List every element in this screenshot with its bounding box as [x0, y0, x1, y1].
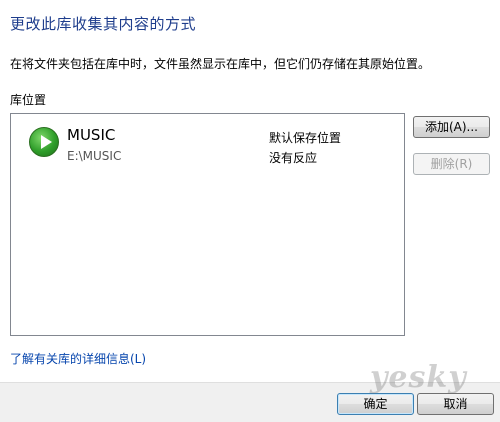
dialog-title: 更改此库收集其内容的方式 [10, 15, 197, 33]
dialog-header: 更改此库收集其内容的方式 在将文件夹包括在库中时，文件虽然显示在库中，但它们仍存… [0, 0, 500, 88]
library-locations-label: 库位置 [10, 93, 47, 107]
location-name: MUSIC [67, 126, 116, 144]
remove-button[interactable]: 删除(R) [413, 153, 490, 175]
dialog-description: 在将文件夹包括在库中时，文件虽然显示在库中，但它们仍存储在其原始位置。 [10, 57, 431, 71]
default-save-location-label: 默认保存位置 [269, 131, 342, 145]
location-path: E:\MUSIC [67, 149, 122, 163]
location-status: 没有反应 [269, 151, 318, 165]
learn-more-link[interactable]: 了解有关库的详细信息(L) [10, 350, 146, 367]
play-icon [29, 127, 59, 157]
add-button[interactable]: 添加(A)... [413, 116, 490, 138]
list-item[interactable]: MUSIC E:\MUSIC 默认保存位置 没有反应 [11, 114, 404, 174]
cancel-button[interactable]: 取消 [417, 393, 494, 415]
ok-button[interactable]: 确定 [337, 393, 414, 415]
library-locations-list[interactable]: MUSIC E:\MUSIC 默认保存位置 没有反应 [10, 113, 405, 336]
